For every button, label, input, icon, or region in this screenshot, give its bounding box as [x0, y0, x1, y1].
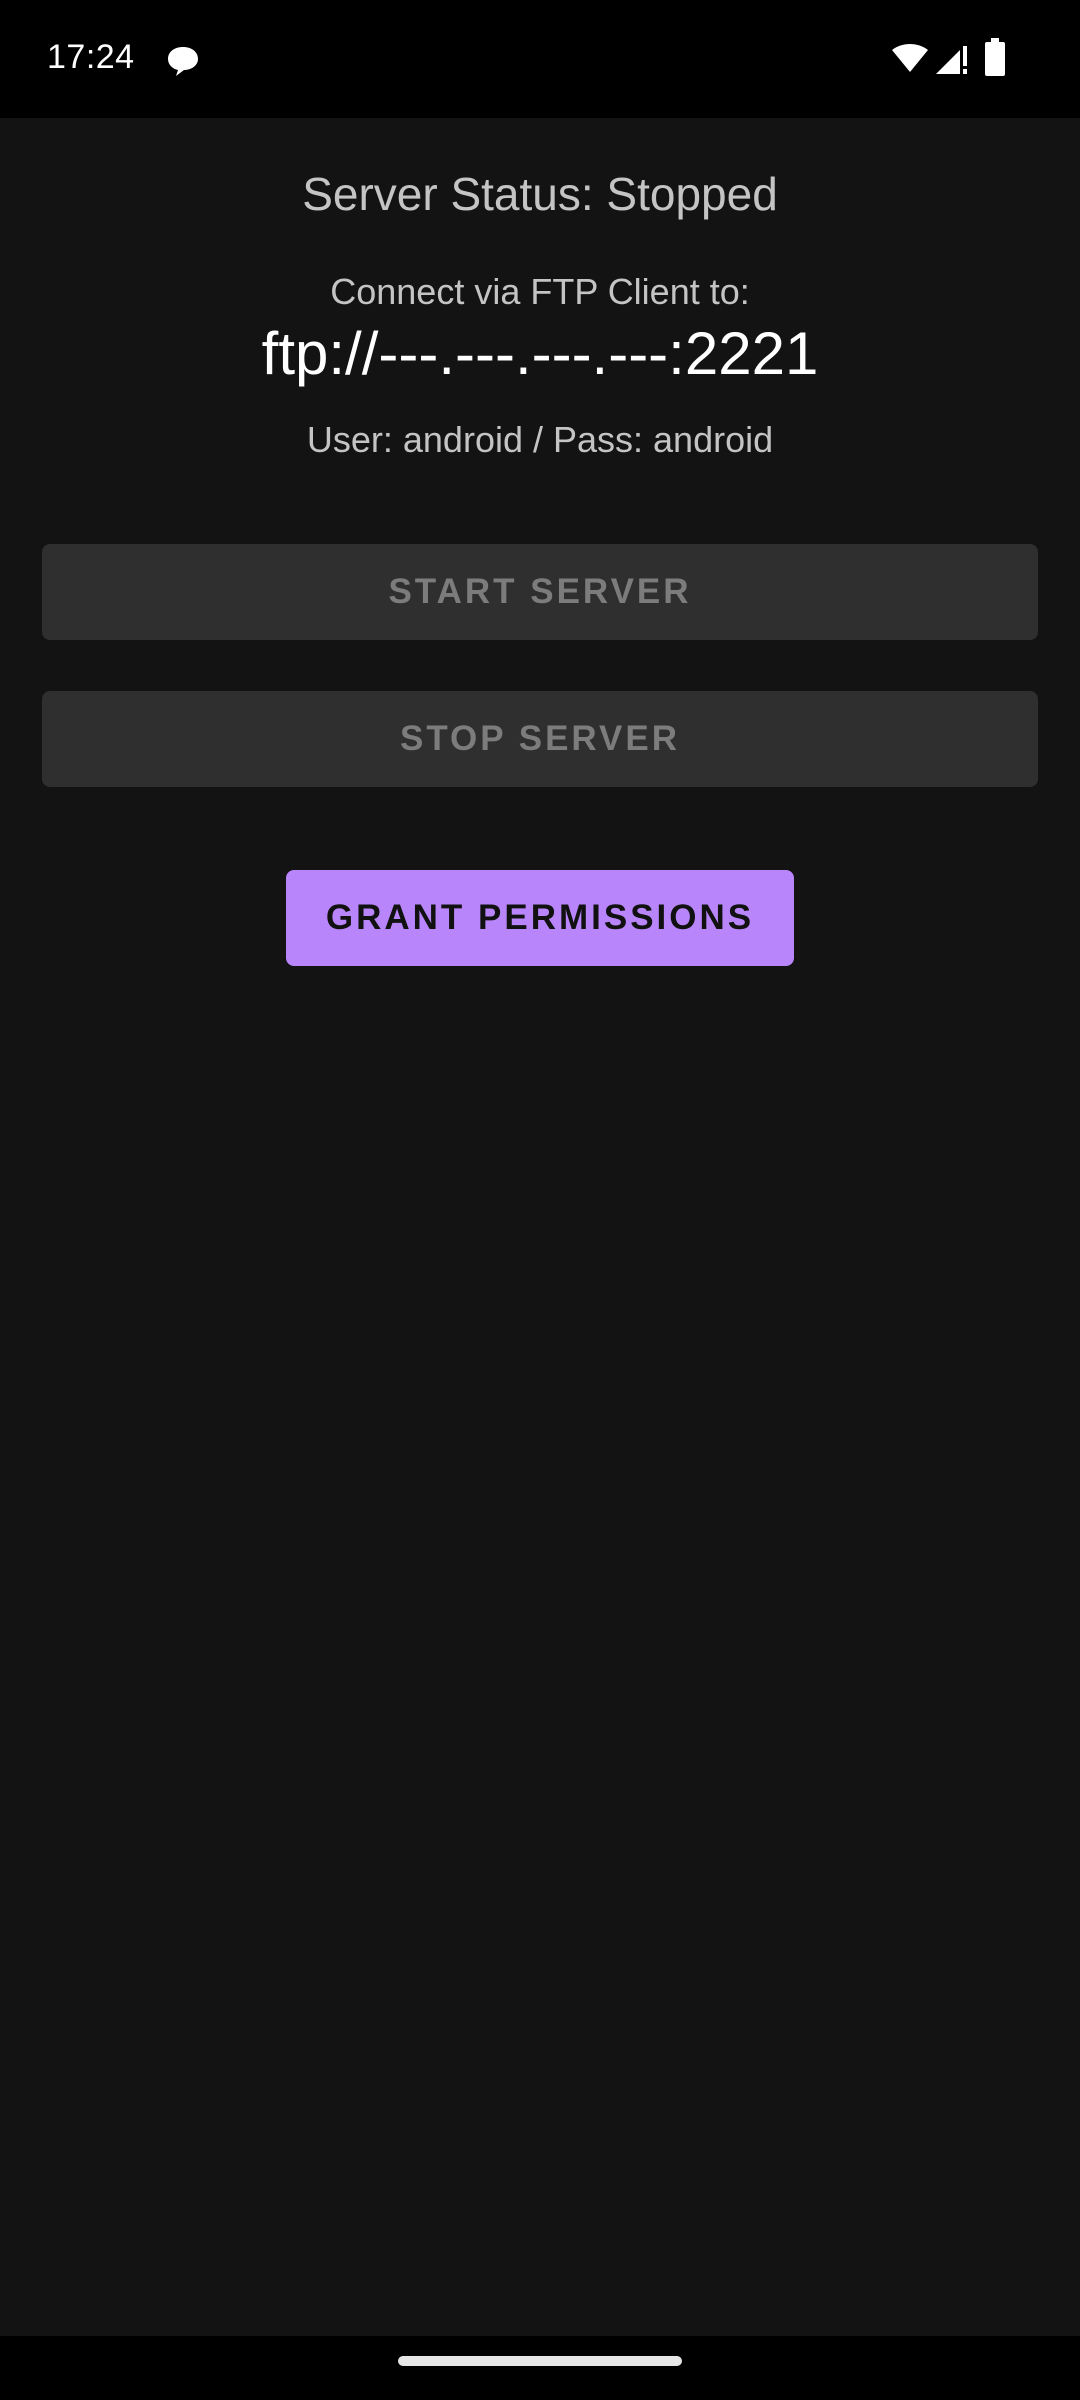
- stop-server-button[interactable]: STOP SERVER: [42, 691, 1038, 787]
- navigation-bar: [0, 2336, 1080, 2400]
- status-time: 17:24: [47, 38, 135, 76]
- connect-label: Connect via FTP Client to:: [330, 271, 750, 312]
- ftp-url: ftp://---.---.---.---:2221: [261, 320, 819, 387]
- credentials-text: User: android / Pass: android: [306, 419, 774, 460]
- battery-icon: [985, 38, 1005, 76]
- app-content: Server Status: Stopped Connect via FTP C…: [0, 118, 1080, 2336]
- cellular-signal-no-data-icon: [936, 46, 967, 74]
- start-server-button[interactable]: START SERVER: [42, 544, 1038, 640]
- server-status-text: Server Status: Stopped: [302, 168, 778, 220]
- message-bubble-icon: [168, 47, 198, 76]
- home-gesture-handle[interactable]: [398, 2356, 682, 2366]
- grant-permissions-button[interactable]: GRANT PERMISSIONS: [286, 870, 794, 966]
- status-bar: 17:24: [0, 0, 1080, 118]
- wifi-icon: [892, 44, 928, 72]
